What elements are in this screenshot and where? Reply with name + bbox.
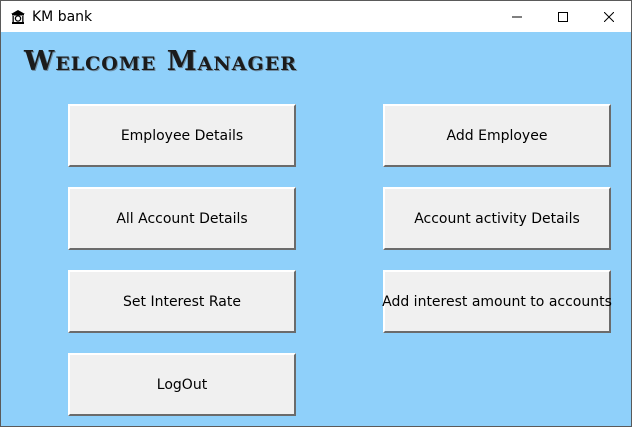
page-title: Welcome Manager (24, 46, 297, 77)
bank-icon (10, 9, 26, 25)
window-title: KM bank (32, 9, 93, 25)
set-interest-rate-button[interactable]: Set Interest Rate (68, 270, 296, 333)
minimize-button[interactable] (494, 1, 540, 32)
logout-button[interactable]: LogOut (68, 353, 296, 416)
employee-details-button[interactable]: Employee Details (68, 104, 296, 167)
all-account-details-button[interactable]: All Account Details (68, 187, 296, 250)
add-employee-button[interactable]: Add Employee (383, 104, 611, 167)
minimize-icon (512, 7, 522, 26)
account-activity-details-button[interactable]: Account activity Details (383, 187, 611, 250)
maximize-button[interactable] (540, 1, 586, 32)
close-icon (603, 7, 615, 26)
add-interest-amount-button[interactable]: Add interest amount to accounts (382, 270, 612, 333)
close-button[interactable] (586, 1, 632, 32)
app-window: KM bank Welcome Manager Employee Details… (0, 0, 632, 427)
main-panel: Welcome Manager Employee Details Add Emp… (1, 32, 631, 426)
maximize-icon (558, 7, 568, 26)
title-bar[interactable]: KM bank (1, 1, 631, 32)
